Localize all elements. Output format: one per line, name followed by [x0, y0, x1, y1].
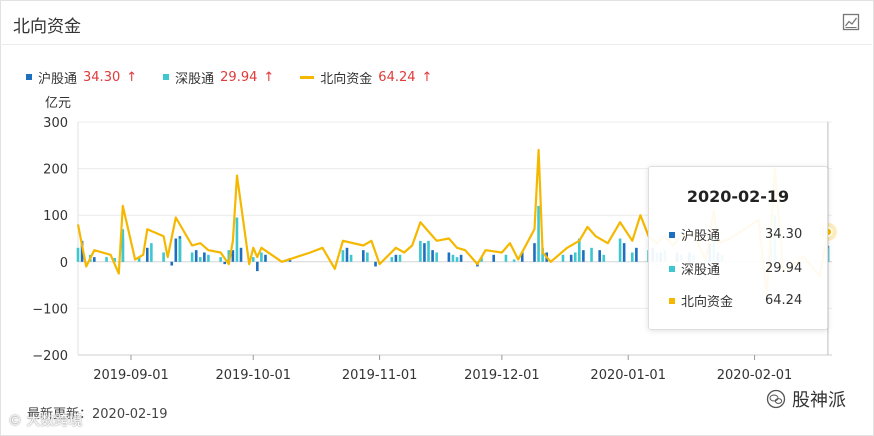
tooltip-swatch	[669, 231, 675, 238]
y-tick-label: 300	[43, 116, 68, 131]
bar	[618, 238, 622, 262]
y-tick-labels: 300 200 100 0 −100 −200	[32, 116, 68, 364]
bar	[219, 257, 222, 262]
tooltip-label: 北向资金	[681, 295, 734, 310]
bar	[207, 254, 210, 262]
wechat-icon	[766, 389, 786, 409]
bar	[366, 252, 369, 262]
tooltip-value: 64.24	[765, 293, 803, 308]
y-tick-label: 100	[43, 209, 68, 224]
bar	[260, 252, 263, 262]
y-tick-label: 0	[60, 256, 68, 271]
bar	[573, 252, 577, 262]
bar	[390, 257, 394, 262]
bar	[194, 250, 198, 262]
bar	[492, 254, 496, 262]
bar	[398, 254, 402, 262]
bar	[435, 252, 438, 262]
bar	[504, 254, 508, 262]
bar	[145, 247, 149, 262]
bar	[419, 240, 422, 262]
tooltip-row-northbound: 北向资金 64.24	[669, 291, 809, 310]
bar	[105, 257, 108, 262]
bar	[394, 254, 398, 262]
x-tick-label: 2019-10-01	[215, 368, 291, 383]
bar	[235, 217, 239, 262]
bar	[598, 250, 601, 262]
bar	[447, 252, 451, 262]
bar	[264, 254, 267, 262]
y-tick-label: 200	[43, 163, 68, 178]
bar	[630, 252, 634, 262]
x-tick-label: 2019-09-01	[93, 368, 169, 383]
bar	[170, 261, 174, 266]
bar	[203, 252, 206, 262]
bar	[512, 259, 516, 262]
bar	[150, 243, 153, 262]
bar	[602, 254, 606, 262]
bar	[345, 247, 349, 262]
bar	[374, 261, 377, 267]
tooltip-swatch	[669, 297, 675, 304]
bar	[561, 254, 565, 262]
bar	[427, 240, 430, 262]
x-tick-label: 2019-11-01	[342, 368, 418, 383]
tooltip-row-shenzhen: 深股通 29.94	[669, 259, 809, 278]
bar	[178, 238, 182, 262]
bar	[162, 252, 165, 262]
bar	[459, 254, 463, 262]
bar	[361, 250, 365, 262]
tooltip-label: 沪股通	[681, 229, 721, 244]
bar	[569, 254, 573, 262]
tooltip-value: 29.94	[765, 261, 803, 276]
bar	[431, 250, 434, 262]
bar	[341, 250, 345, 262]
y-tick-label: −100	[32, 302, 68, 317]
watermark-brand: 股神派	[766, 386, 846, 412]
tooltip-row-shanghai: 沪股通 34.30	[669, 225, 809, 244]
last-updated-date: 2020-02-19	[92, 407, 168, 422]
x-tick-label: 2019-12-01	[464, 368, 540, 383]
bar	[174, 238, 178, 262]
x-tick-labels: 2019-09-01 2019-10-01 2019-11-01 2019-12-01…	[93, 355, 792, 383]
tooltip-value: 34.30	[765, 227, 803, 242]
bar	[223, 261, 227, 265]
bar	[190, 252, 194, 262]
tooltip-label: 深股通	[681, 263, 721, 278]
bar	[537, 205, 540, 262]
bar	[239, 247, 243, 262]
watermark-left: © 大数跨境	[8, 413, 83, 429]
bar	[590, 247, 593, 262]
bar	[198, 257, 202, 262]
y-axis-label: 亿元	[45, 96, 71, 111]
bar	[349, 254, 353, 262]
bar	[622, 243, 626, 262]
bar	[76, 247, 80, 262]
data-tooltip: 2020-02-19 沪股通 34.30 深股通 29.94 北向资金 64.2…	[648, 166, 828, 330]
bar	[533, 243, 536, 262]
x-tick-label: 2020-01-01	[590, 368, 666, 383]
bar	[635, 247, 638, 262]
bar	[251, 257, 255, 262]
bar	[93, 257, 96, 262]
bar	[455, 257, 459, 262]
tooltip-date: 2020-02-19	[686, 187, 790, 206]
bar	[451, 254, 455, 262]
y-tick-label: −200	[32, 349, 68, 364]
brand-name: 股神派	[792, 390, 846, 411]
x-tick-label: 2020-02-01	[717, 368, 793, 383]
bar	[256, 261, 259, 272]
bar	[582, 250, 585, 262]
tooltip-swatch	[669, 265, 675, 272]
bar	[423, 243, 426, 262]
